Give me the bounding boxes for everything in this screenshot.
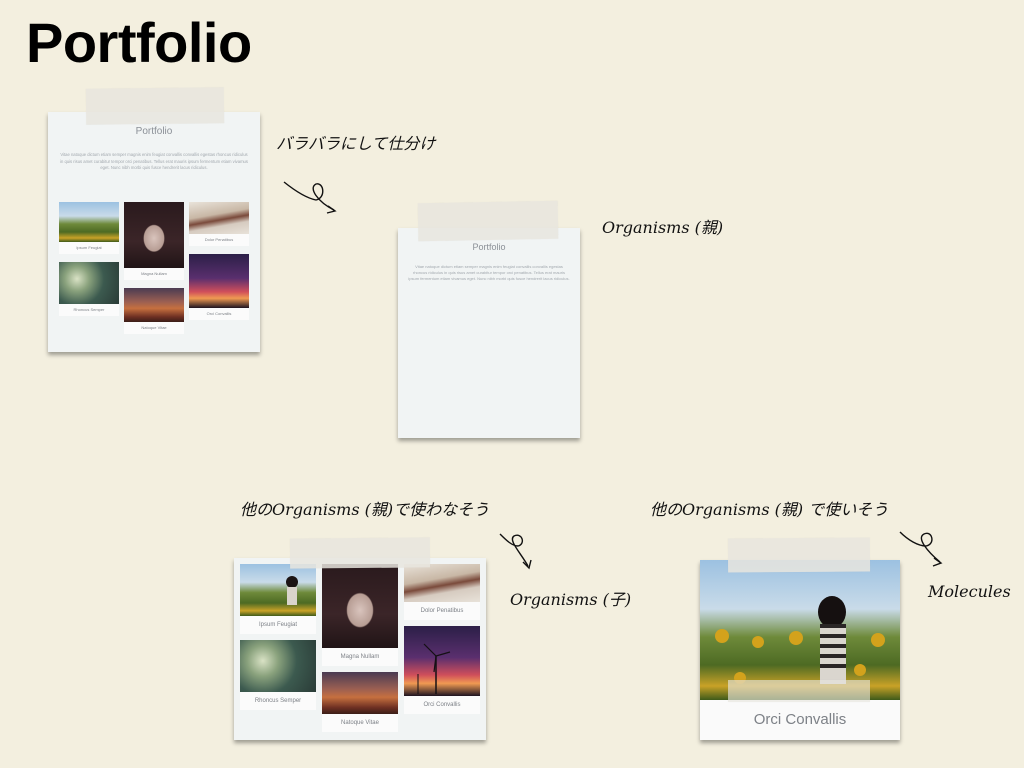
note-separate: バラバラにして仕分け xyxy=(276,134,436,153)
curly-arrow-icon xyxy=(499,533,532,570)
gallery-caption: Dolor Penatibus xyxy=(404,602,480,620)
gallery-photo-flowers xyxy=(59,262,119,304)
windmill-icon xyxy=(417,643,451,694)
note-organisms-parent: Organisms (親) xyxy=(602,218,724,237)
gallery-caption: Rhoncus Semper xyxy=(59,304,119,316)
tape-strip xyxy=(85,87,225,125)
girl-silhouette xyxy=(286,576,298,605)
note-molecules: Molecules xyxy=(928,582,1011,601)
molecule-photo xyxy=(700,560,900,700)
tape-strip xyxy=(289,537,431,569)
gallery-caption: Ipsum Feugiat xyxy=(59,242,119,254)
gallery-photo-hammock xyxy=(404,564,480,602)
note-organisms-child: Organisms (子) xyxy=(510,590,632,609)
card-title: Portfolio xyxy=(135,126,173,137)
card-title: Portfolio xyxy=(472,242,506,252)
organism-child-gallery: Ipsum Feugiat Magna Nullam Dolor Penatib… xyxy=(234,558,486,740)
tape-strip xyxy=(727,537,871,573)
gallery-photo-hammock xyxy=(189,202,249,234)
card-body-text: Vitae natoque dictum etiam semper magnis… xyxy=(408,264,570,282)
gallery-photo-windmills xyxy=(189,254,249,308)
gallery-photo-desert xyxy=(322,672,398,714)
gallery-photo-desert xyxy=(124,288,184,322)
gallery-photo-windmills xyxy=(404,626,480,696)
gallery-caption: Magna Nullam xyxy=(322,648,398,666)
gallery-photo-girl xyxy=(240,564,316,616)
gallery-caption: Natoque Vitae xyxy=(322,714,398,732)
gallery-caption: Dolor Penatibus xyxy=(189,234,249,246)
gallery-caption: Orci Convallis xyxy=(189,308,249,320)
gallery-caption: Magna Nullam xyxy=(124,268,184,280)
gallery-photo-face xyxy=(124,202,184,268)
slide-title: Portfolio xyxy=(26,11,252,74)
full-portfolio-card: Portfolio Vitae natoque dictum etiam sem… xyxy=(48,112,260,352)
girl-silhouette xyxy=(715,596,885,684)
curly-arrow-icon xyxy=(899,531,943,567)
gallery-caption: Orci Convallis xyxy=(404,696,480,714)
note-used-elsewhere: 他のOrganisms (親) で使いそう xyxy=(650,500,889,519)
gallery-photo-face xyxy=(322,564,398,648)
card-body-text: Vitae natoque dictum etiam semper magnis… xyxy=(60,152,248,170)
tape-strip xyxy=(417,200,559,242)
organism-parent-card: Portfolio Vitae natoque dictum etiam sem… xyxy=(398,228,580,438)
gallery-caption: Rhoncus Semper xyxy=(240,692,316,710)
curly-arrow-icon xyxy=(283,181,337,214)
gallery-caption: Natoque Vitae xyxy=(124,322,184,334)
gallery-photo-flowers xyxy=(240,640,316,692)
gallery-caption: Ipsum Feugiat xyxy=(240,616,316,634)
molecule-card: Orci Convallis xyxy=(700,560,900,740)
note-not-used-elsewhere: 他のOrganisms (親)で使わなそう xyxy=(240,500,490,519)
gallery-photo-girl xyxy=(59,202,119,242)
molecule-caption: Orci Convallis xyxy=(700,700,900,740)
tape-strip xyxy=(728,680,870,702)
